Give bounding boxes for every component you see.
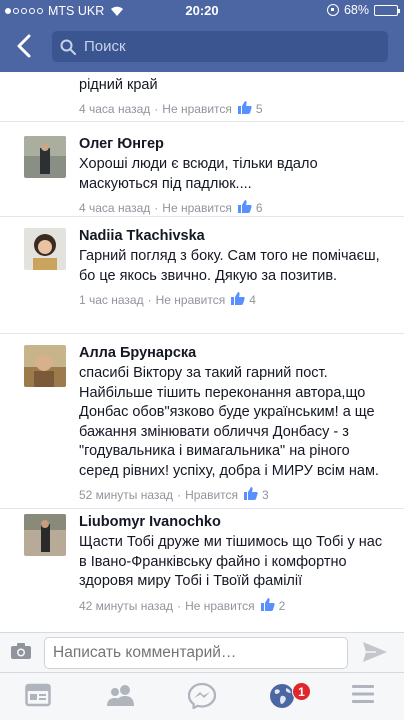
news-feed-icon [25, 683, 51, 707]
comment-input[interactable] [44, 637, 348, 669]
comment-text: Дуже приємно почути позитивні відгуки пр… [79, 72, 372, 93]
comment-time[interactable]: 42 минуты назад [79, 599, 173, 613]
thumbs-up-icon [237, 200, 252, 216]
thumbs-up-icon [260, 597, 275, 614]
like-toggle-button[interactable]: Не нравится [162, 201, 232, 215]
comment-item: Liubomyr Ivanochko Щасти Тобі друже ми т… [0, 509, 404, 632]
like-toggle-button[interactable]: Не нравится [185, 599, 255, 613]
tab-friend-requests[interactable] [106, 683, 136, 711]
avatar[interactable] [24, 136, 66, 178]
chevron-left-icon [17, 34, 31, 58]
send-button[interactable] [362, 641, 388, 668]
search-input[interactable]: Поиск [52, 31, 388, 62]
comment-composer [0, 632, 404, 672]
like-count[interactable]: 6 [256, 201, 263, 215]
like-toggle-button[interactable]: Не нравится [156, 293, 226, 307]
notifications-badge: 1 [292, 682, 311, 701]
friends-icon [107, 685, 134, 706]
send-icon [363, 642, 387, 662]
battery-icon [374, 4, 400, 16]
comment-text: Гарний погляд з боку. Сам того не поміча… [79, 248, 380, 284]
status-bar: MTS UKR 20:20 68% [0, 0, 404, 22]
search-icon [60, 39, 76, 55]
comment-time[interactable]: 4 часа назад [79, 201, 150, 215]
camera-icon [11, 643, 31, 659]
like-toggle-button[interactable]: Нравится [185, 488, 238, 502]
thumbs-up-icon [244, 487, 258, 503]
comment-text: спасибі Віктору за такий гарний пост. На… [79, 365, 379, 479]
comment-time[interactable]: 52 минуты назад [79, 488, 173, 502]
camera-button[interactable] [10, 642, 32, 665]
comment-item: Олег Юнгер Хороші люди є всюди, тільки в… [0, 122, 404, 217]
avatar[interactable] [24, 514, 66, 556]
comment-item: Дуже приємно почути позитивні відгуки пр… [0, 72, 404, 122]
back-button[interactable] [12, 32, 38, 60]
nav-bar: Поиск [0, 28, 404, 64]
menu-icon [352, 685, 374, 703]
tab-news-feed[interactable] [25, 683, 55, 711]
globe-icon [270, 684, 294, 708]
comments-list: Дуже приємно почути позитивні відгуки пр… [0, 72, 404, 632]
tab-messenger[interactable] [187, 682, 218, 711]
rotation-lock-icon [326, 4, 339, 16]
like-count[interactable]: 2 [279, 599, 286, 613]
like-count[interactable]: 4 [249, 293, 256, 307]
tab-more[interactable] [351, 683, 381, 711]
comment-author[interactable]: Liubomyr Ivanochko [79, 513, 384, 531]
comment-time[interactable]: 1 час назад [79, 293, 144, 307]
comment-item: Алла Брунарска спасибі Віктору за такий … [0, 334, 404, 509]
comment-author[interactable]: Олег Юнгер [79, 135, 384, 153]
comment-text: Хороші люди є всюди, тільки вдало маскую… [79, 156, 318, 192]
like-count[interactable]: 5 [256, 102, 263, 116]
search-placeholder: Поиск [84, 38, 126, 55]
thumbs-up-icon [231, 292, 245, 308]
messenger-icon [187, 682, 217, 710]
avatar[interactable] [24, 228, 66, 270]
avatar[interactable] [24, 345, 66, 387]
tab-bar: 1 [0, 672, 404, 720]
comment-text: Щасти Тобі друже ми тішимось що Тобі у н… [79, 534, 383, 589]
comment-item: Nadiia Tkachivska Гарний погляд з боку. … [0, 217, 404, 334]
top-bar: MTS UKR 20:20 68% Поиск [0, 0, 404, 72]
like-count[interactable]: 3 [262, 488, 269, 502]
comment-author[interactable]: Алла Брунарска [79, 344, 384, 362]
comment-time[interactable]: 4 часа назад [79, 102, 150, 116]
like-toggle-button[interactable]: Не нравится [162, 102, 232, 116]
thumbs-up-icon [237, 101, 252, 117]
battery-percent: 68% [343, 3, 369, 17]
comment-author[interactable]: Nadiia Tkachivska [79, 227, 384, 245]
